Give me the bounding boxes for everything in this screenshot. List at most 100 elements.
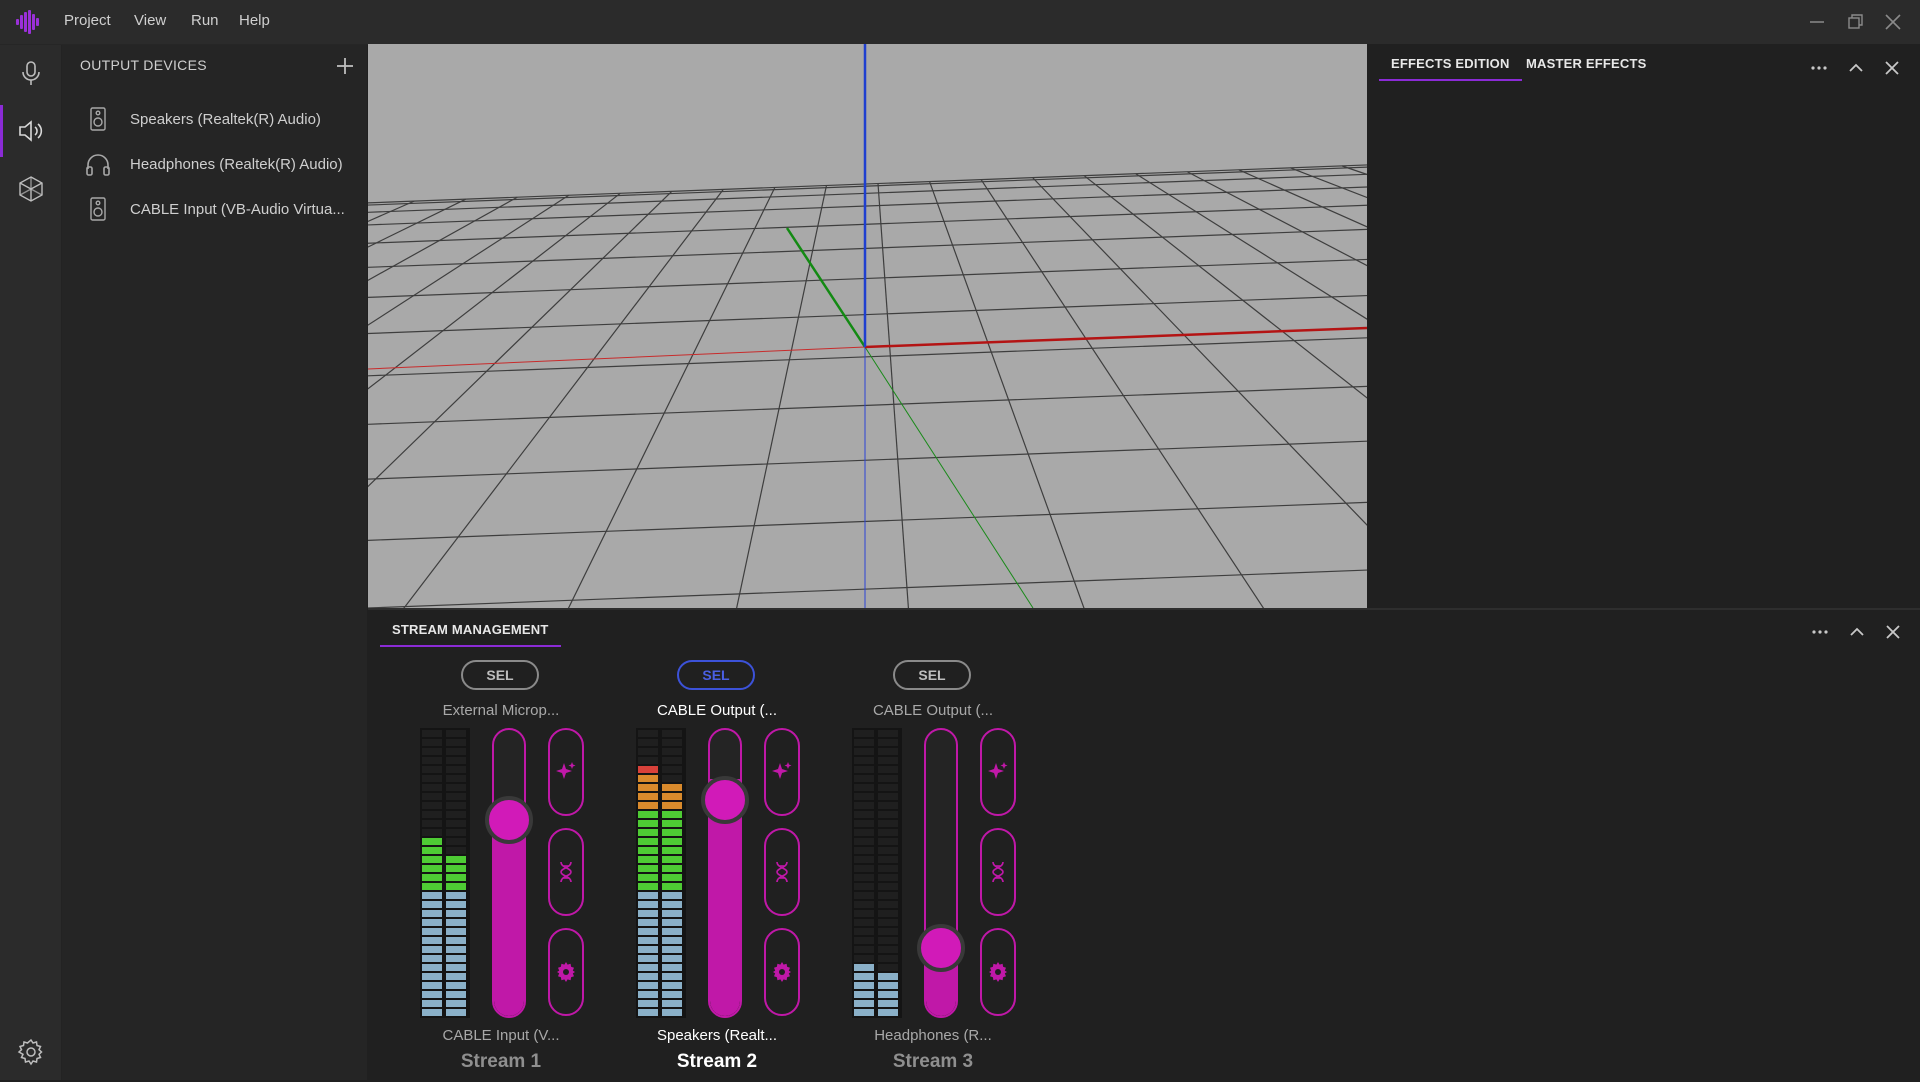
meter-segment	[662, 730, 682, 737]
more-options-button[interactable]	[1809, 621, 1831, 643]
stream-settings-button[interactable]	[548, 928, 584, 1016]
meter-segment	[854, 973, 874, 980]
volume-fader-knob[interactable]	[485, 796, 533, 844]
restore-button[interactable]	[1843, 10, 1867, 34]
meter-segment	[854, 919, 874, 926]
volume-fader[interactable]	[708, 728, 742, 1018]
tab-effects-edition[interactable]: EFFECTS EDITION	[1379, 56, 1522, 81]
routing-button[interactable]	[980, 828, 1016, 916]
meter-segment	[638, 901, 658, 908]
stream-settings-button[interactable]	[980, 928, 1016, 1016]
meter-segment	[662, 901, 682, 908]
level-meter-left	[854, 730, 874, 1016]
meter-segment	[854, 892, 874, 899]
select-stream-button[interactable]: SEL	[893, 660, 971, 690]
grid-line	[567, 187, 776, 608]
stream-settings-button[interactable]	[764, 928, 800, 1016]
menu-project[interactable]: Project	[64, 12, 111, 29]
level-meter	[420, 728, 470, 1018]
volume-fader[interactable]	[492, 728, 526, 1018]
volume-fader[interactable]	[924, 728, 958, 1018]
meter-segment	[854, 901, 874, 908]
grid-line	[368, 196, 518, 281]
meter-segment	[638, 946, 658, 953]
meter-segment	[878, 847, 898, 854]
more-options-button[interactable]	[1808, 57, 1830, 79]
spatial-view-button[interactable]	[0, 161, 61, 217]
meter-segment	[638, 982, 658, 989]
minimize-button[interactable]	[1805, 10, 1829, 34]
tab-master-effects[interactable]: MASTER EFFECTS	[1526, 56, 1647, 71]
meter-segment	[638, 730, 658, 737]
collapse-panel-button[interactable]	[1845, 57, 1867, 79]
meter-segment	[638, 829, 658, 836]
volume-fader-knob[interactable]	[701, 775, 749, 824]
panel-title: OUTPUT DEVICES	[80, 57, 207, 73]
gear-icon	[989, 962, 1007, 982]
meter-segment	[878, 802, 898, 809]
effects-panel: EFFECTS EDITION MASTER EFFECTS	[1367, 44, 1920, 608]
dna-link-icon	[992, 861, 1004, 883]
meter-segment	[854, 937, 874, 944]
meter-segment	[422, 973, 442, 980]
stream-management-panel: STREAM MANAGEMENT SEL External Microp...…	[368, 608, 1920, 1082]
meter-segment	[662, 1000, 682, 1007]
routing-button[interactable]	[548, 828, 584, 916]
device-item-headphones[interactable]: Headphones (Realtek(R) Audio)	[84, 146, 354, 182]
close-panel-button[interactable]	[1882, 621, 1904, 643]
device-label: Headphones (Realtek(R) Audio)	[130, 155, 343, 173]
sparkle-icon	[988, 762, 1008, 779]
stream-input-device: External Microp...	[442, 702, 560, 719]
spatial-viewport[interactable]	[368, 44, 1367, 608]
meter-segment	[446, 874, 466, 881]
close-window-button[interactable]	[1881, 10, 1905, 34]
output-devices-button[interactable]	[0, 103, 61, 159]
meter-segment	[662, 946, 682, 953]
speaker-volume-icon	[18, 120, 42, 142]
meter-segment	[662, 757, 682, 764]
meter-segment	[422, 829, 442, 836]
meter-segment	[638, 739, 658, 746]
input-devices-button[interactable]	[0, 45, 61, 101]
device-item-speakers[interactable]: Speakers (Realtek(R) Audio)	[84, 101, 354, 137]
menu-help[interactable]: Help	[239, 12, 270, 29]
effects-button[interactable]	[980, 728, 1016, 816]
menu-run[interactable]: Run	[191, 12, 219, 29]
grid-line	[368, 501, 1367, 541]
effects-button[interactable]	[548, 728, 584, 816]
effects-button[interactable]	[764, 728, 800, 816]
meter-segment	[638, 928, 658, 935]
add-device-button[interactable]	[332, 53, 358, 79]
meter-segment	[446, 766, 466, 773]
meter-segment	[446, 901, 466, 908]
select-stream-button[interactable]: SEL	[677, 660, 755, 690]
meter-segment	[662, 982, 682, 989]
meter-segment	[878, 739, 898, 746]
grid-line	[368, 569, 1367, 608]
meter-segment	[446, 865, 466, 872]
gear-icon	[557, 962, 575, 982]
settings-button[interactable]	[0, 1024, 61, 1080]
meter-segment	[854, 730, 874, 737]
minimize-icon	[1810, 21, 1824, 23]
close-panel-button[interactable]	[1881, 57, 1903, 79]
meter-segment	[854, 802, 874, 809]
meter-segment	[854, 1009, 874, 1016]
routing-button[interactable]	[764, 828, 800, 916]
grid-line	[368, 204, 1367, 244]
level-meter-right	[878, 730, 898, 1016]
volume-fader-knob[interactable]	[917, 924, 965, 972]
tab-stream-management[interactable]: STREAM MANAGEMENT	[380, 622, 560, 647]
meter-segment	[854, 757, 874, 764]
meter-segment	[446, 802, 466, 809]
meter-segment	[446, 982, 466, 989]
collapse-panel-button[interactable]	[1846, 621, 1868, 643]
sparkle-icon	[772, 762, 792, 779]
meter-segment	[422, 937, 442, 944]
menu-view[interactable]: View	[134, 12, 166, 29]
meter-segment	[854, 910, 874, 917]
meter-segment	[878, 748, 898, 755]
meter-segment	[854, 793, 874, 800]
select-stream-button[interactable]: SEL	[461, 660, 539, 690]
device-item-cable-input[interactable]: CABLE Input (VB-Audio Virtua...	[84, 191, 354, 227]
